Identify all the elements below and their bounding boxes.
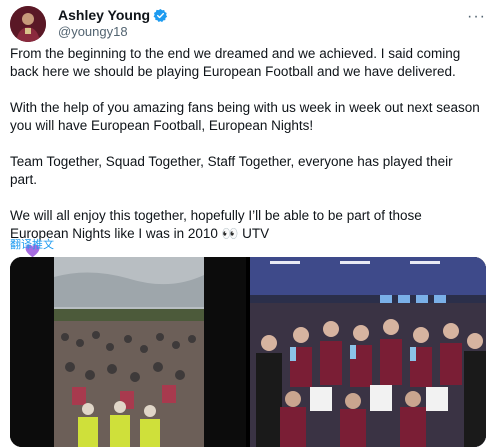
crowd-video-image xyxy=(10,257,246,447)
tweet-paragraph: With the help of you amazing fans being … xyxy=(10,100,484,133)
author-display-name[interactable]: Ashley Young xyxy=(58,7,150,23)
translate-tweet-link[interactable]: 翻译推文 xyxy=(10,236,54,252)
dressing-room-photo[interactable] xyxy=(250,257,486,447)
tweet-paragraph: From the beginning to the end we dreamed… xyxy=(10,46,465,79)
media-grid xyxy=(10,257,486,447)
tweet-paragraph: Team Together, Squad Together, Staff Tog… xyxy=(10,154,457,187)
tweet-header: Ashley Young @youngy18 ··· xyxy=(10,6,490,42)
player-avatar-icon xyxy=(10,6,46,42)
dressing-room-image xyxy=(250,257,486,447)
author-handle[interactable]: @youngy18 xyxy=(58,24,128,39)
tweet-paragraph: We will all enjoy this together, hopeful… xyxy=(10,208,426,241)
author-avatar[interactable] xyxy=(10,6,46,42)
more-options-icon[interactable]: ··· xyxy=(467,8,486,26)
author-name-row: Ashley Young xyxy=(58,7,168,23)
verified-badge-icon xyxy=(153,8,168,22)
crowd-video[interactable] xyxy=(10,257,246,447)
